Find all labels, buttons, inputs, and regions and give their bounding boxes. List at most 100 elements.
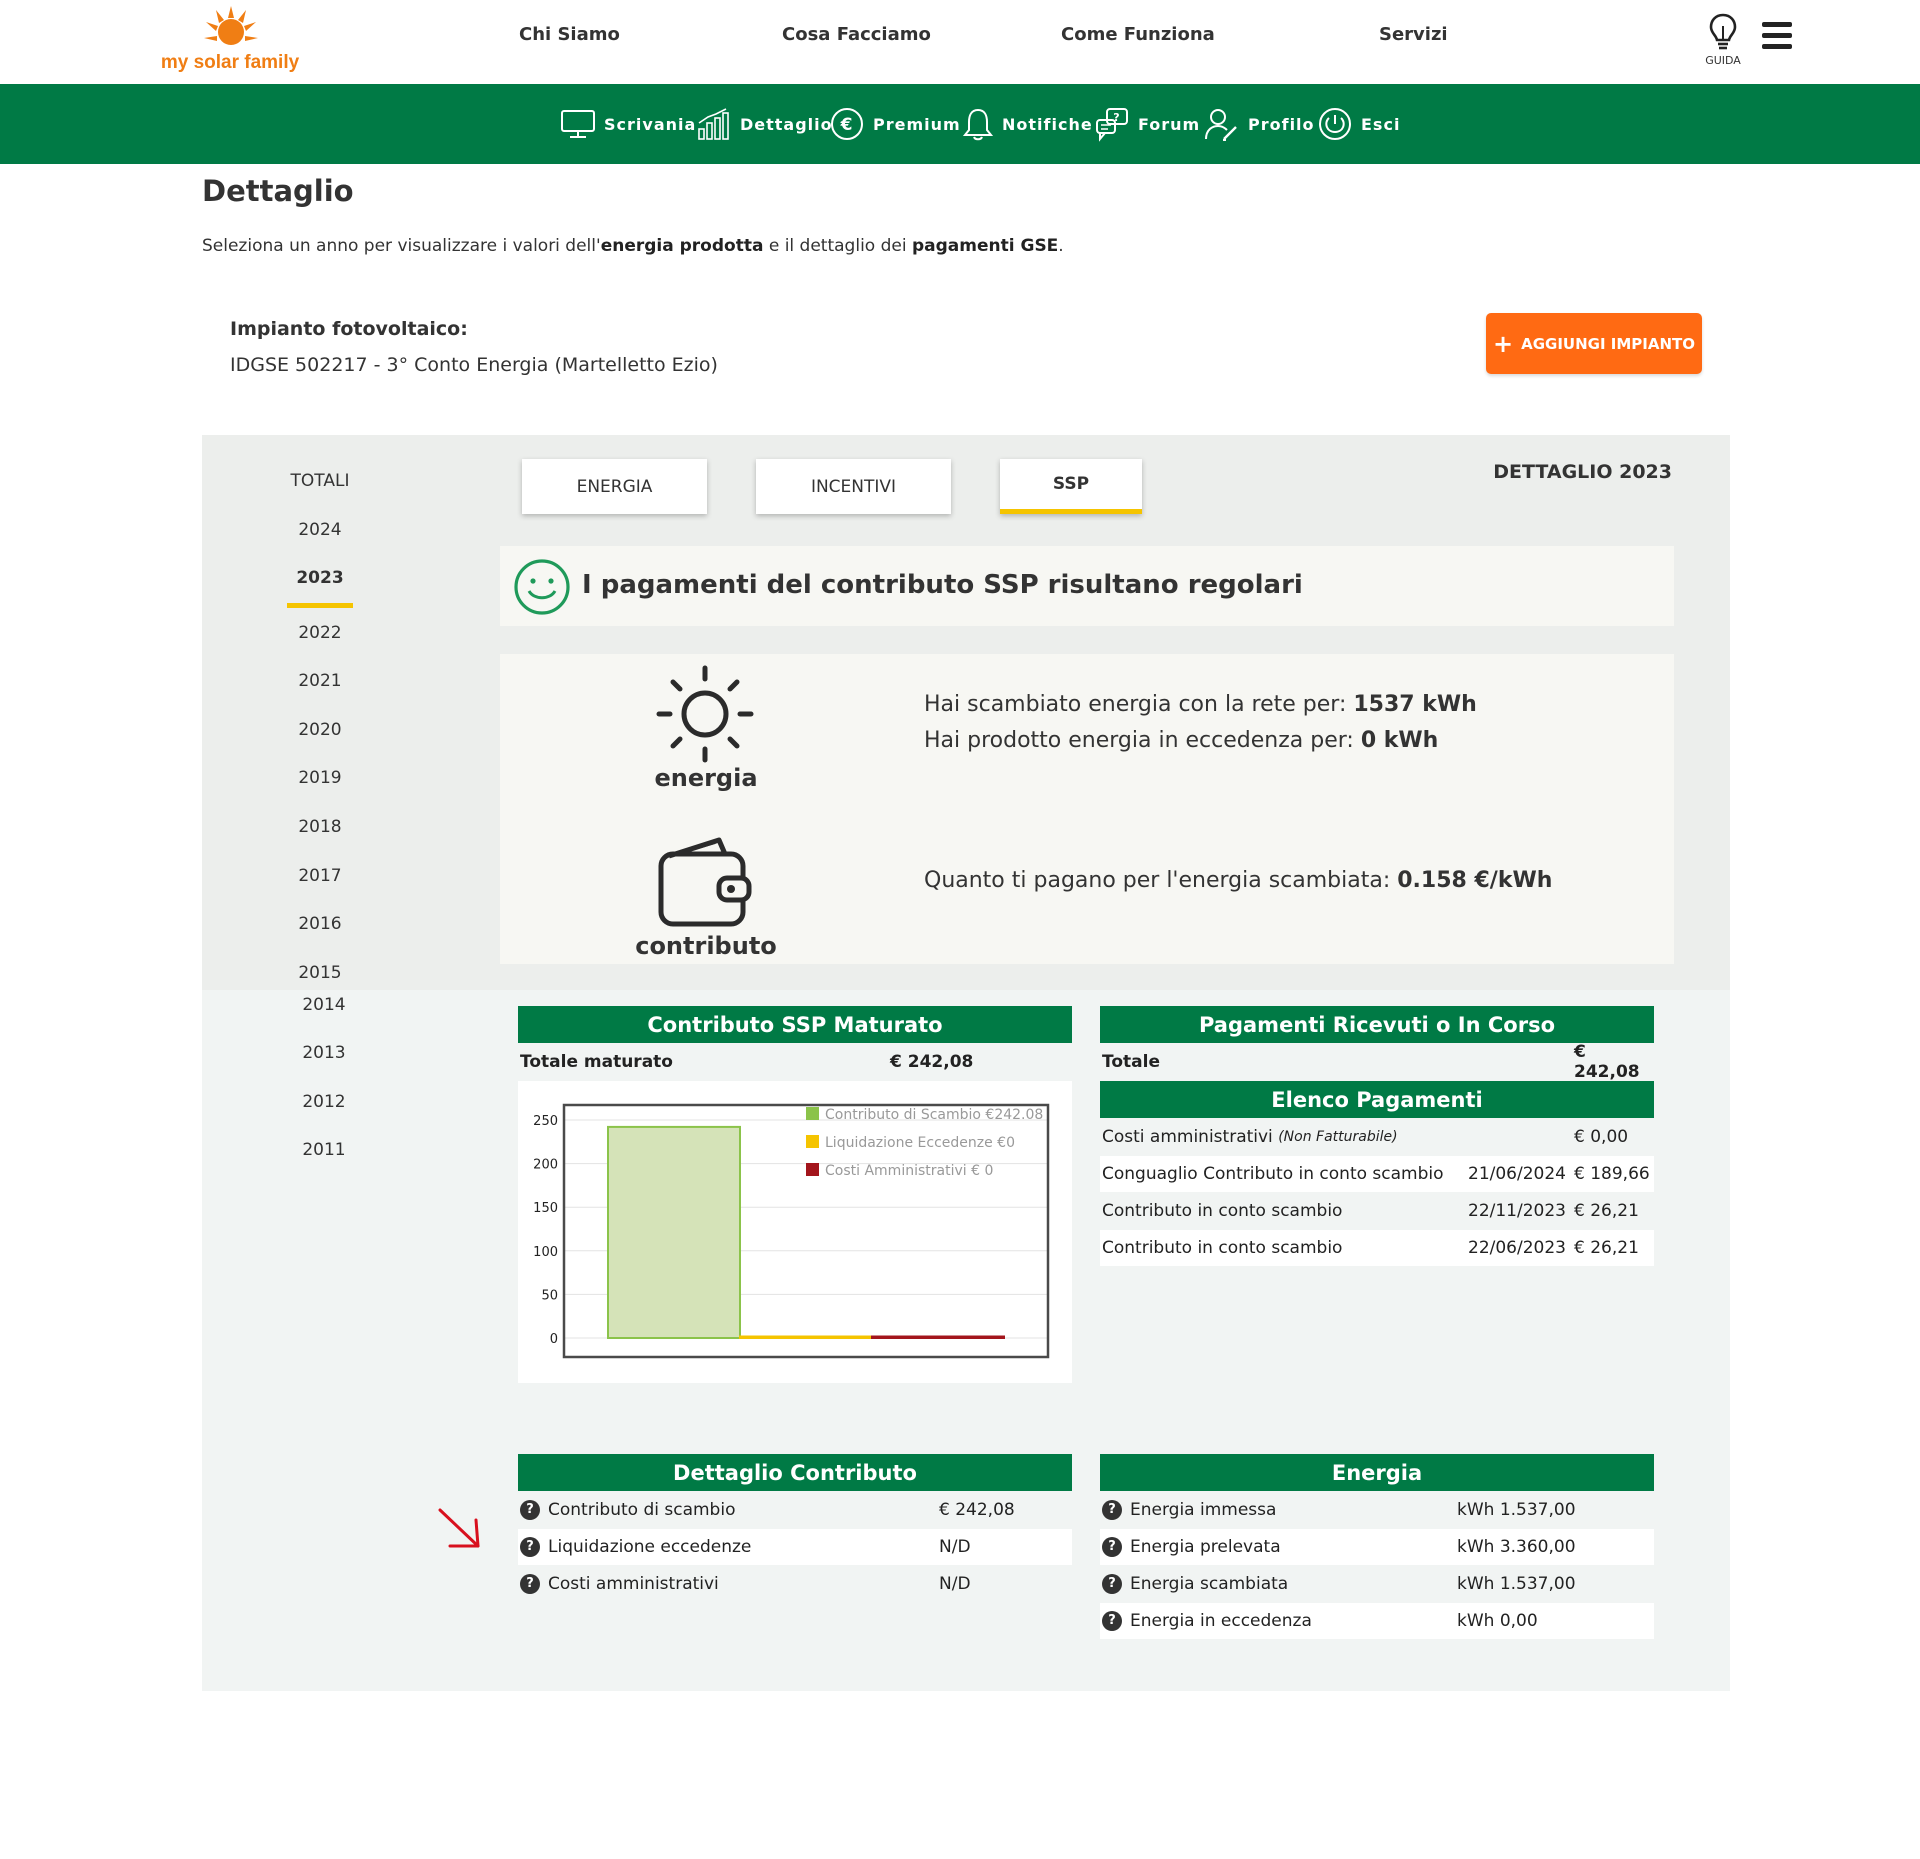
sun-icon [656,665,754,763]
contributo-label: contributo [635,932,777,960]
payment-label: Costi amministrativi [1102,1127,1273,1147]
power-icon [1319,108,1351,140]
detail-year-label: DETTAGLIO 2023 [1493,461,1672,483]
payment-date: 21/06/2024 [1468,1164,1566,1184]
subnav-forum[interactable]: ? Forum [1094,84,1200,164]
logo[interactable]: my solar family [160,6,300,76]
subnav-premium-label: Premium [873,114,961,134]
annotation-arrow-icon [438,1508,480,1548]
year-2015[interactable]: 2015 [250,963,390,983]
maturato-total-row: Totale maturato € 242,08 [518,1044,1072,1080]
year-2011[interactable]: 2011 [254,1140,394,1160]
energia-label: energia [654,764,758,792]
add-impianto-label: AGGIUNGI IMPIANTO [1521,334,1695,353]
chart-legend-swatch [806,1135,819,1148]
year-2023[interactable]: 2023 [250,568,390,588]
eccedenza-line: Hai prodotto energia in eccedenza per: 0… [924,728,1439,753]
chart-bar [607,1125,741,1340]
subnav-scrivania[interactable]: Scrivania [560,84,696,164]
svg-text:€: € [840,115,854,135]
help-icon[interactable]: ? [1102,1574,1122,1594]
chart-bar [871,1335,1005,1339]
energia-row-value: kWh 1.537,00 [1457,1500,1576,1520]
subnav-notifiche[interactable]: Notifiche [962,84,1093,164]
nav-chi-siamo[interactable]: Chi Siamo [519,24,620,45]
pagamenti-total-value: € 242,08 [1574,1042,1640,1082]
chart-legend-swatch [806,1163,819,1176]
impianto-label: Impianto fotovoltaico: [230,318,468,340]
year-2020[interactable]: 2020 [250,720,390,740]
tab-ssp[interactable]: SSP [1000,459,1142,514]
contributo-row-value: € 242,08 [939,1500,1015,1520]
payment-row: Costi amministrativi (Non Fatturabile) €… [1100,1119,1654,1155]
energia-row: ? Energia in eccedenza kWh 0,00 [1100,1603,1654,1639]
year-2019[interactable]: 2019 [250,768,390,788]
pagamenti-total-row: Totale € 242,08 [1100,1042,1654,1082]
maturato-header: Contributo SSP Maturato [518,1006,1072,1043]
year-2022[interactable]: 2022 [250,623,390,643]
help-icon[interactable]: ? [1102,1611,1122,1631]
help-icon[interactable]: ? [1102,1537,1122,1557]
year-2021[interactable]: 2021 [250,671,390,691]
payment-row: Contributo in conto scambio 22/06/2023 €… [1100,1230,1654,1266]
payment-label: Contributo in conto scambio [1102,1238,1343,1258]
wallet-icon [658,837,752,927]
payment-amount: € 26,21 [1574,1238,1639,1258]
year-2013[interactable]: 2013 [254,1043,394,1063]
help-icon[interactable]: ? [520,1574,540,1594]
contributo-row: ? Liquidazione eccedenze N/D [518,1529,1072,1565]
pagamenti-header: Pagamenti Ricevuti o In Corso [1100,1006,1654,1043]
help-icon[interactable]: ? [520,1537,540,1557]
subnav-notifiche-label: Notifiche [1002,114,1093,134]
tab-incentivi[interactable]: INCENTIVI [756,459,951,514]
payment-label: Contributo in conto scambio [1102,1201,1343,1221]
energia-row: ? Energia prelevata kWh 3.360,00 [1100,1529,1654,1565]
page-intro: Seleziona un anno per visualizzare i val… [202,236,1064,256]
year-2024[interactable]: 2024 [250,520,390,540]
chart-y-tick: 100 [533,1245,558,1260]
chart-legend-label: Liquidazione Eccedenze €0 [825,1135,1015,1151]
sun-logo-icon [204,6,258,45]
energia-row-label: Energia prelevata [1130,1537,1281,1557]
payment-date: 22/06/2023 [1468,1238,1566,1258]
subnav-profilo[interactable]: Profilo [1204,84,1315,164]
impianto-selector[interactable]: IDGSE 502217 - 3° Conto Energia (Martell… [230,354,718,376]
forum-icon: ? [1096,108,1128,142]
chart-y-tick: 0 [550,1332,558,1347]
help-icon[interactable]: ? [1102,1500,1122,1520]
elenco-pagamenti-header: Elenco Pagamenti [1100,1081,1654,1118]
year-active-underline [287,603,353,608]
add-impianto-button[interactable]: + AGGIUNGI IMPIANTO [1486,313,1702,374]
bar-chart-icon [698,108,729,140]
chart-y-tick: 50 [541,1288,558,1303]
payment-row: Conguaglio Contributo in conto scambio 2… [1100,1156,1654,1192]
contributo-row-value: N/D [939,1537,971,1557]
energia-row-label: Energia immessa [1130,1500,1277,1520]
nav-servizi[interactable]: Servizi [1379,24,1448,45]
payment-amount: € 26,21 [1574,1201,1639,1221]
payment-note: (Non Fatturabile) [1278,1129,1398,1145]
guida-button[interactable]: GUIDA [1700,12,1746,72]
year-2018[interactable]: 2018 [250,817,390,837]
year-2017[interactable]: 2017 [250,866,390,886]
subnav-esci[interactable]: Esci [1317,84,1400,164]
help-icon[interactable]: ? [520,1500,540,1520]
year-2016[interactable]: 2016 [250,914,390,934]
year-2014[interactable]: 2014 [254,995,394,1015]
payment-amount: € 189,66 [1574,1164,1650,1184]
tariffa-line: Quanto ti pagano per l'energia scambiata… [924,868,1553,893]
energia-row: ? Energia scambiata kWh 1.537,00 [1100,1566,1654,1602]
menu-icon[interactable] [1762,22,1792,50]
plus-icon: + [1492,329,1514,358]
tab-energia[interactable]: ENERGIA [522,459,707,514]
subnav-dettaglio[interactable]: Dettaglio [696,84,833,164]
nav-come-funziona[interactable]: Come Funziona [1061,24,1215,45]
logo-text: my solar family [160,52,300,73]
year-2012[interactable]: 2012 [254,1092,394,1112]
year-totali[interactable]: TOTALI [250,471,390,491]
subnav-dettaglio-label: Dettaglio [740,114,833,134]
subnav-premium[interactable]: € Premium [829,84,961,164]
nav-cosa-facciamo[interactable]: Cosa Facciamo [782,24,931,45]
payment-date: 22/11/2023 [1468,1201,1566,1221]
contributo-row-value: N/D [939,1574,971,1594]
